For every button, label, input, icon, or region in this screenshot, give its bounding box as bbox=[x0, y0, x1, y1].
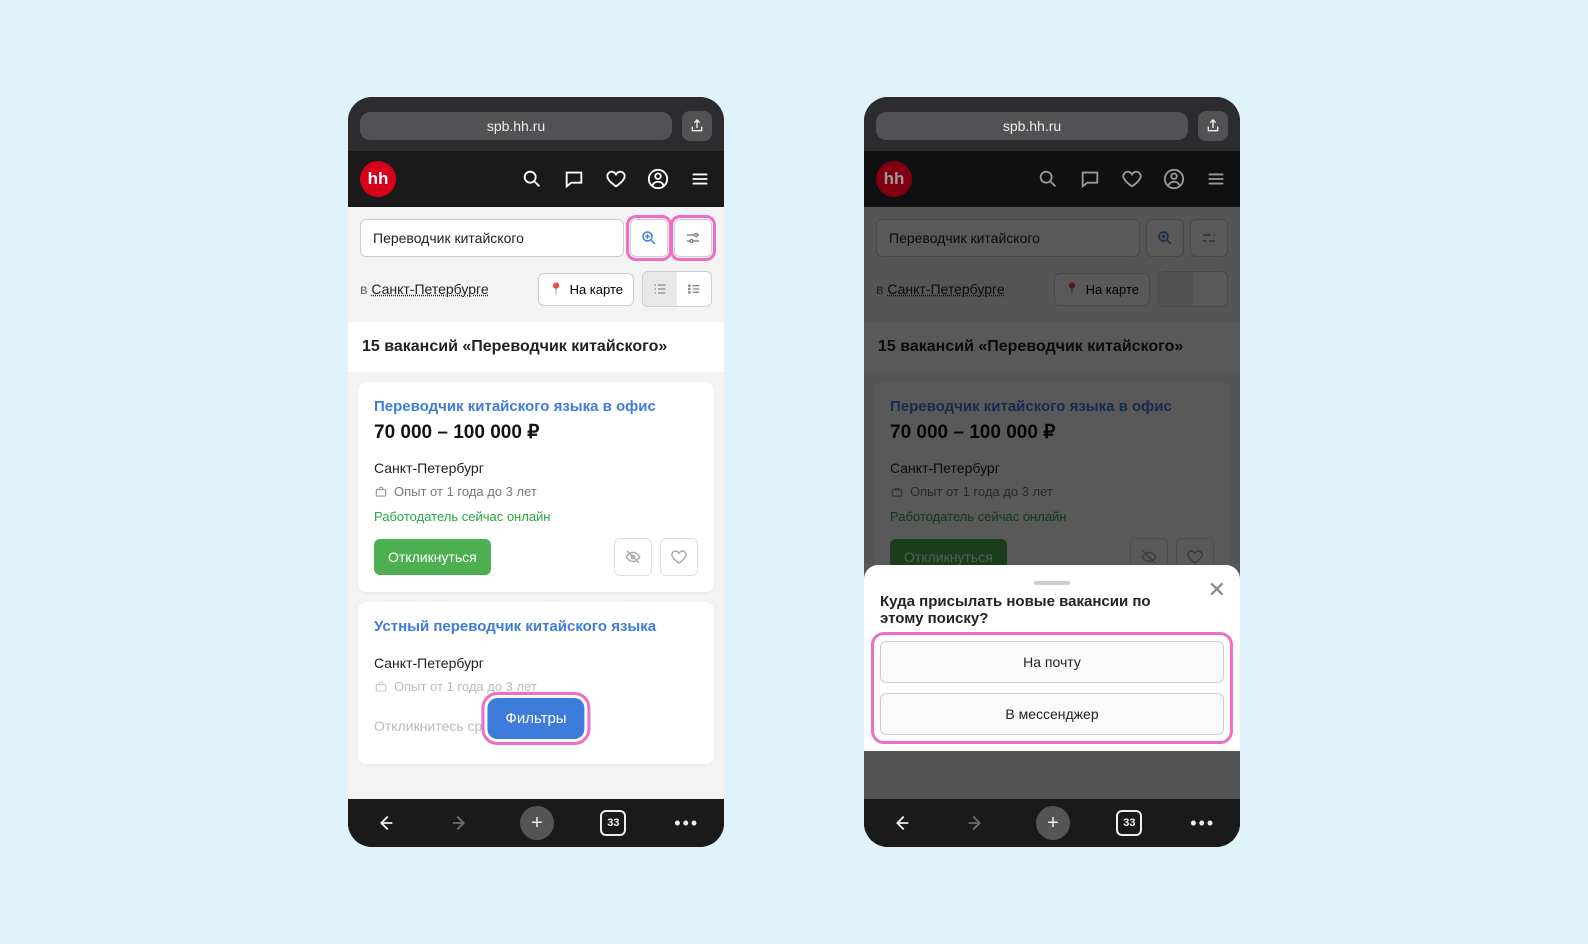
hide-button[interactable] bbox=[614, 538, 652, 576]
app-header: hh bbox=[864, 151, 1240, 207]
arrow-left-icon bbox=[374, 812, 396, 834]
new-tab-button[interactable]: + bbox=[1036, 806, 1070, 840]
favorite-button[interactable] bbox=[660, 538, 698, 576]
share-button[interactable] bbox=[682, 111, 712, 141]
sliders-icon bbox=[684, 229, 702, 247]
close-icon[interactable]: ✕ bbox=[1208, 577, 1226, 603]
job-title[interactable]: Переводчик китайского языка в офис bbox=[374, 398, 698, 415]
job-experience: Опыт от 1 года до 3 лет bbox=[374, 679, 698, 694]
browser-toolbar: + 33 ••• bbox=[864, 799, 1240, 847]
search-icon[interactable] bbox=[520, 167, 544, 191]
menu-icon[interactable] bbox=[688, 167, 712, 191]
job-title[interactable]: Устный переводчик китайского языка bbox=[374, 618, 698, 635]
send-to-messenger-button[interactable]: В мессенджер bbox=[880, 693, 1224, 735]
profile-icon[interactable] bbox=[646, 167, 670, 191]
briefcase-icon bbox=[374, 680, 388, 694]
sheet-title: Куда присылать новые вакансии по этому п… bbox=[880, 593, 1224, 627]
view-list-sparse[interactable] bbox=[677, 272, 711, 306]
browser-address-bar: spb.hh.ru bbox=[348, 97, 724, 151]
results-title: 15 вакансий «Переводчик китайского» bbox=[348, 321, 724, 372]
phone-right: spb.hh.ru hh Переводчик китайского в Сан… bbox=[864, 97, 1240, 847]
job-card[interactable]: Переводчик китайского языка в офис 70 00… bbox=[358, 382, 714, 592]
sheet-handle[interactable] bbox=[1034, 581, 1070, 585]
map-button[interactable]: 📍 На карте bbox=[538, 273, 634, 306]
pin-icon: 📍 bbox=[549, 282, 564, 296]
job-salary: 70 000 – 100 000 ₽ bbox=[374, 421, 698, 444]
chat-icon[interactable] bbox=[562, 167, 586, 191]
more-button[interactable]: ••• bbox=[1189, 809, 1217, 837]
filters-button[interactable]: Фильтры bbox=[487, 698, 584, 739]
share-button[interactable] bbox=[1198, 111, 1228, 141]
share-icon bbox=[689, 118, 705, 134]
search-icon bbox=[1036, 167, 1060, 191]
employer-online: Работодатель сейчас онлайн bbox=[374, 509, 698, 524]
arrow-right-icon bbox=[449, 812, 471, 834]
chat-icon bbox=[1078, 167, 1102, 191]
heart-icon bbox=[670, 548, 688, 566]
eye-off-icon bbox=[624, 548, 642, 566]
forward-button[interactable] bbox=[446, 809, 474, 837]
location-text: в Санкт-Петербурге bbox=[360, 281, 489, 297]
briefcase-icon bbox=[374, 485, 388, 499]
browser-toolbar: + 33 ••• bbox=[348, 799, 724, 847]
search-plus-icon bbox=[640, 229, 658, 247]
more-button[interactable]: ••• bbox=[673, 809, 701, 837]
view-list-dense[interactable] bbox=[643, 272, 677, 306]
back-button[interactable] bbox=[887, 809, 915, 837]
save-search-button[interactable] bbox=[630, 219, 668, 257]
browser-address-bar: spb.hh.ru bbox=[864, 97, 1240, 151]
back-button[interactable] bbox=[371, 809, 399, 837]
arrow-right-icon bbox=[965, 812, 987, 834]
job-card[interactable]: Устный переводчик китайского языка Санкт… bbox=[358, 602, 714, 764]
url-bar[interactable]: spb.hh.ru bbox=[360, 112, 672, 140]
tabs-button[interactable]: 33 bbox=[1116, 810, 1142, 836]
share-icon bbox=[1205, 118, 1221, 134]
app-header: hh bbox=[348, 151, 724, 207]
job-experience: Опыт от 1 года до 3 лет bbox=[374, 484, 698, 499]
send-to-email-button[interactable]: На почту bbox=[880, 641, 1224, 683]
new-tab-button[interactable]: + bbox=[520, 806, 554, 840]
location-link[interactable]: Санкт-Петербурге bbox=[371, 281, 488, 297]
heart-icon[interactable] bbox=[604, 167, 628, 191]
search-input[interactable]: Переводчик китайского bbox=[360, 219, 624, 257]
phone-left: spb.hh.ru hh Переводчик китайского в Сан… bbox=[348, 97, 724, 847]
job-city: Санкт-Петербург bbox=[374, 460, 698, 476]
forward-button[interactable] bbox=[962, 809, 990, 837]
menu-icon bbox=[1204, 167, 1228, 191]
arrow-left-icon bbox=[890, 812, 912, 834]
job-city: Санкт-Петербург bbox=[374, 655, 698, 671]
apply-button[interactable]: Откликнуться bbox=[374, 539, 491, 575]
hh-logo[interactable]: hh bbox=[360, 161, 396, 197]
url-bar[interactable]: spb.hh.ru bbox=[876, 112, 1188, 140]
bottom-sheet: ✕ Куда присылать новые вакансии по этому… bbox=[864, 565, 1240, 751]
heart-icon bbox=[1120, 167, 1144, 191]
profile-icon bbox=[1162, 167, 1186, 191]
view-toggle bbox=[642, 271, 712, 307]
filters-icon-button[interactable] bbox=[674, 219, 712, 257]
hh-logo: hh bbox=[876, 161, 912, 197]
tabs-button[interactable]: 33 bbox=[600, 810, 626, 836]
